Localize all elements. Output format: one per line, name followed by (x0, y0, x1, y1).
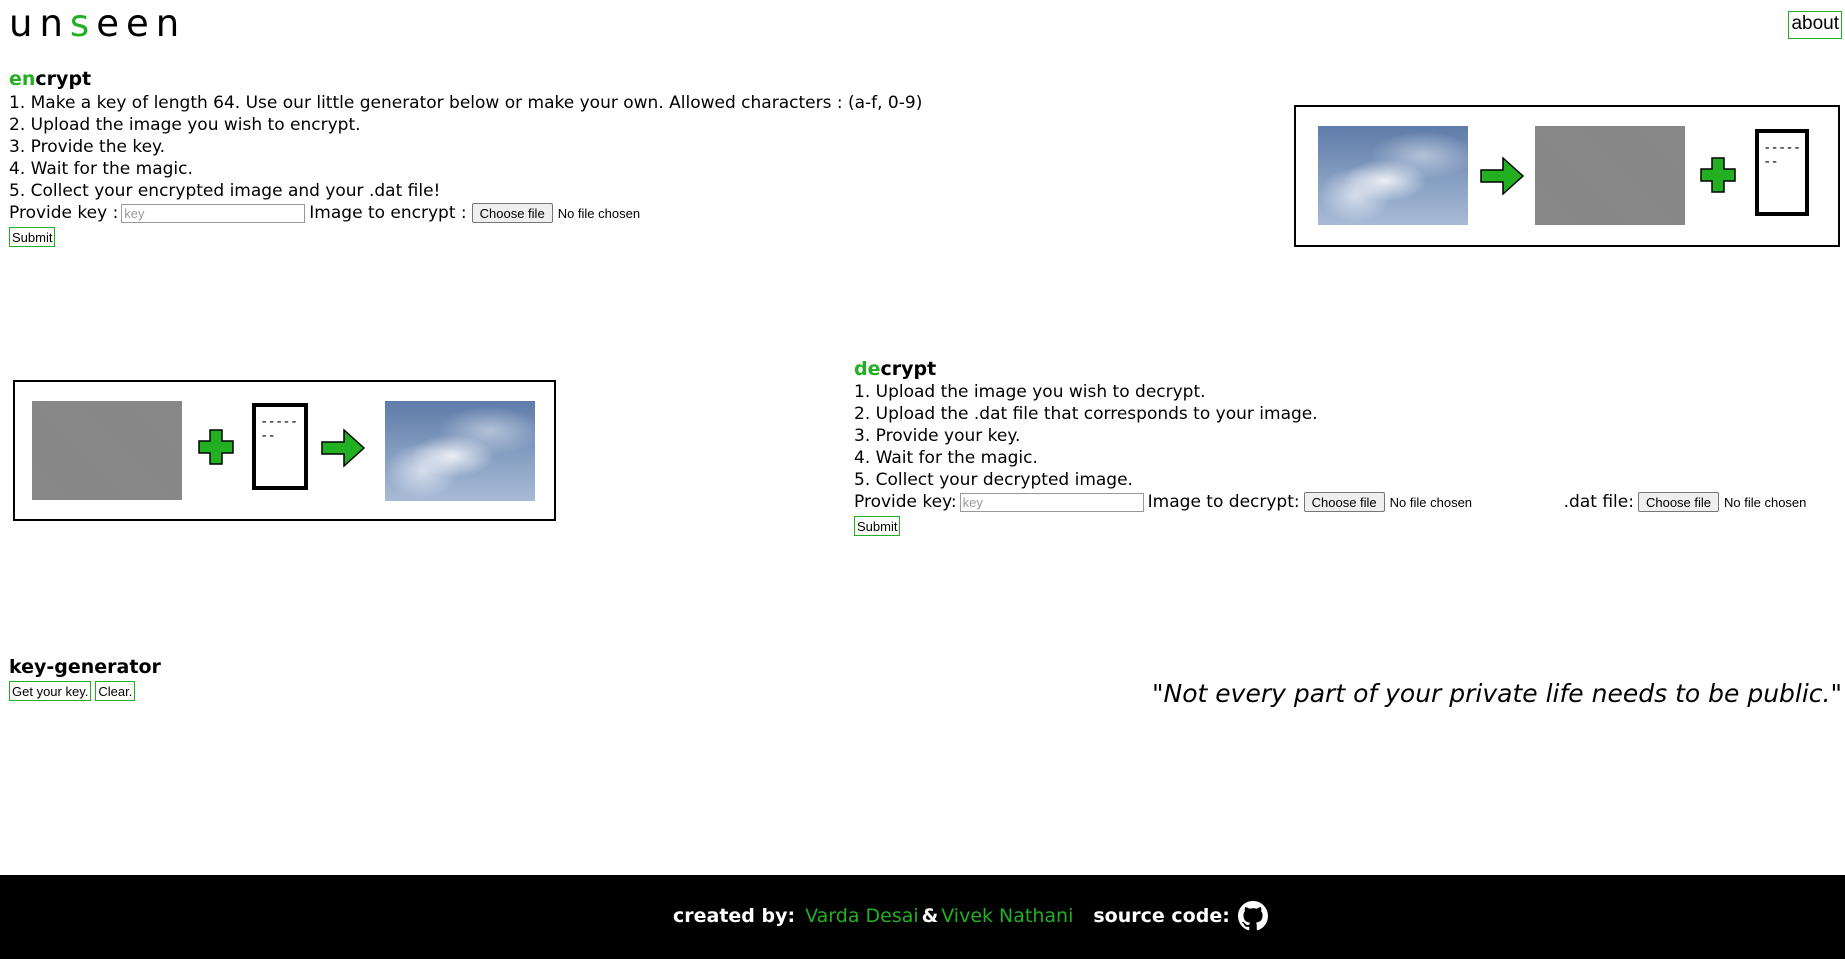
decrypt-title-accent: de (854, 358, 881, 380)
decrypt-key-input[interactable]: key (959, 492, 1144, 512)
decrypt-file-status: No file chosen (1389, 494, 1473, 510)
logo-part-1: un (9, 2, 70, 45)
encrypt-image-label: Image to encrypt : (309, 203, 467, 223)
dat-file-line: ----- (260, 414, 298, 430)
encrypt-form: Provide key : key Image to encrypt : Cho… (9, 203, 640, 223)
dat-file-label: .dat file: (1563, 492, 1634, 512)
arrow-right-icon (1480, 156, 1525, 196)
encrypt-title-rest: crypt (35, 68, 92, 90)
dat-file-status: No file chosen (1724, 494, 1807, 510)
encrypt-step: 2. Upload the image you wish to encrypt. (9, 115, 361, 135)
logo: unseen (9, 2, 186, 45)
decrypt-image-label: Image to decrypt: (1147, 492, 1300, 512)
logo-part-2: s (69, 2, 97, 45)
decrypt-step: 1. Upload the image you wish to decrypt. (854, 382, 1206, 402)
encrypt-steps: 1. Make a key of length 64. Use our litt… (9, 92, 922, 202)
encrypt-key-input[interactable]: key (121, 203, 306, 223)
encrypt-step: 3. Provide the key. (9, 137, 166, 157)
encrypt-title: encrypt (9, 68, 91, 90)
decrypt-title: decrypt (854, 358, 936, 380)
encrypt-step: 1. Make a key of length 64. Use our litt… (9, 93, 923, 113)
decrypt-step: 5. Collect your decrypted image. (854, 470, 1133, 490)
ampersand: & (921, 905, 939, 927)
encrypted-image (1535, 126, 1685, 225)
github-icon[interactable] (1237, 901, 1268, 931)
clear-button[interactable]: Clear. (95, 681, 136, 701)
source-code-label: source code: (1093, 905, 1230, 927)
encrypt-step: 4. Wait for the magic. (9, 159, 193, 179)
encrypt-submit-button[interactable]: Submit (9, 227, 56, 247)
decrypt-choose-file-button[interactable]: Choose file (1303, 492, 1385, 512)
dat-file-icon: ----- -- (252, 403, 308, 490)
plus-icon (198, 429, 234, 465)
keygen-buttons: Get your key. Clear. (9, 681, 136, 701)
encrypt-title-accent: en (9, 68, 36, 90)
decrypt-diagram: ----- -- (13, 380, 556, 521)
encrypt-key-label: Provide key : (9, 203, 119, 223)
decrypt-step: 4. Wait for the magic. (854, 448, 1038, 468)
keygen-title: key-generator (9, 656, 161, 678)
footer-credits: created by: Varda Desai & Vivek Nathani … (673, 901, 1268, 931)
decrypt-steps: 1. Upload the image you wish to decrypt.… (854, 381, 1318, 491)
decrypt-form: Provide key: key Image to decrypt: Choos… (854, 492, 1806, 512)
decrypt-title-rest: crypt (880, 358, 937, 380)
dat-file-line: -- (260, 428, 276, 444)
author-link-vivek[interactable]: Vivek Nathani (941, 905, 1073, 927)
quote: "Not every part of your private life nee… (1152, 679, 1842, 708)
encrypt-choose-file-button[interactable]: Choose file (471, 203, 553, 223)
footer: created by: Varda Desai & Vivek Nathani … (0, 875, 1845, 959)
decrypt-key-label: Provide key: (854, 492, 957, 512)
arrow-right-icon (321, 428, 366, 468)
author-link-varda[interactable]: Varda Desai (805, 905, 919, 927)
created-by-label: created by: (673, 905, 796, 927)
get-key-button[interactable]: Get your key. (9, 681, 92, 701)
dat-choose-file-button[interactable]: Choose file (1637, 492, 1720, 512)
decrypt-step: 3. Provide your key. (854, 426, 1021, 446)
encrypt-diagram: ----- -- (1294, 105, 1840, 247)
decrypted-image (385, 401, 535, 501)
dat-file-line: -- (1763, 154, 1779, 170)
decrypt-step: 2. Upload the .dat file that corresponds… (854, 404, 1318, 424)
encrypt-step: 5. Collect your encrypted image and your… (9, 181, 441, 201)
encrypted-image (32, 401, 182, 500)
decrypt-submit-button[interactable]: Submit (854, 516, 901, 536)
logo-part-3: een (96, 2, 187, 45)
about-button[interactable]: about (1788, 11, 1842, 39)
dat-file-icon: ----- -- (1755, 129, 1809, 216)
original-image (1318, 126, 1468, 225)
dat-file-line: ----- (1763, 140, 1801, 156)
encrypt-file-status: No file chosen (557, 205, 641, 221)
plus-icon (1700, 157, 1736, 193)
